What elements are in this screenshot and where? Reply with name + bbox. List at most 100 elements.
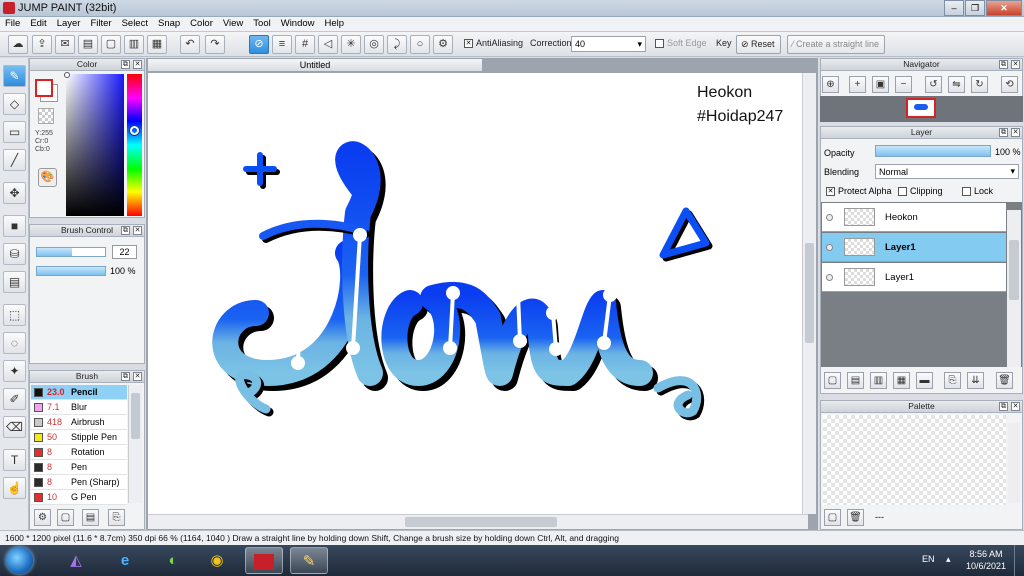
grid-snap-icon[interactable]: # [295,35,315,54]
bucket-tool-icon[interactable]: ⛁ [3,243,26,265]
undo-icon[interactable]: ↶ [180,35,200,54]
brush-item[interactable]: 8 Pen [31,460,127,475]
new-layer-icon[interactable]: ▢ [824,372,841,389]
magic-wand-tool-icon[interactable]: ✦ [3,360,26,382]
new-vector-layer-icon[interactable]: ▤ [847,372,864,389]
select-tool-icon[interactable]: ⬚ [3,304,26,326]
brush-list-scrollbar[interactable] [128,385,142,503]
reset-view-icon[interactable]: ⟲ [1001,76,1018,93]
menu-color[interactable]: Color [185,17,218,30]
radial-icon[interactable]: ✳ [341,35,361,54]
zoom-out-icon[interactable]: − [895,76,912,93]
blending-select[interactable]: Normal ▾ [875,164,1019,179]
panel-close-icon[interactable]: ✕ [1011,60,1020,69]
soft-edge-checkbox[interactable]: Soft Edge [655,38,707,49]
layer-row[interactable]: Layer1 [822,263,1006,292]
document-icon[interactable]: ▢ [101,35,121,54]
rotate-right-icon[interactable]: ↻ [971,76,988,93]
add-color-icon[interactable]: ▢ [824,509,841,526]
curve-icon[interactable]: ⤸ [387,35,407,54]
menu-file[interactable]: File [0,17,25,30]
clipping-checkbox[interactable]: Clipping [898,186,943,197]
brush-size-value[interactable]: 22 [112,245,137,259]
panel-close-icon[interactable]: ✕ [133,372,142,381]
new-tone-layer-icon[interactable]: ▦ [893,372,910,389]
menu-filter[interactable]: Filter [85,17,116,30]
circle-snap-icon[interactable]: ○ [410,35,430,54]
brush-item[interactable]: 10 G Pen [31,490,127,505]
panel-float-icon[interactable]: ⧉ [999,402,1008,411]
fill-rect-tool-icon[interactable]: ■ [3,215,26,237]
snap-off-icon[interactable]: ⊘ [249,35,269,54]
sv-handle[interactable] [64,72,70,78]
brush-tool-icon[interactable]: ✎ [3,65,26,87]
brush-settings-icon[interactable]: ⚙ [34,509,51,526]
layer-list-scrollbar[interactable] [1007,210,1021,367]
new-folder-icon[interactable]: ▬ [916,372,933,389]
brush-opacity-slider[interactable] [36,266,106,276]
operation-tool-icon[interactable]: ☝ [3,477,26,499]
correction-select[interactable]: 40 ▾ [571,36,646,52]
page-icon[interactable]: ▥ [124,35,144,54]
menu-layer[interactable]: Layer [52,17,86,30]
menu-help[interactable]: Help [320,17,350,30]
layer-visibility-icon[interactable] [826,244,833,251]
panel-float-icon[interactable]: ⧉ [121,60,130,69]
parallel-lines-icon[interactable]: ≡ [272,35,292,54]
navigator-thumbnail[interactable] [906,98,936,118]
text-tool-icon[interactable]: T [3,449,26,471]
hue-slider[interactable] [127,74,142,216]
move-tool-icon[interactable]: ✥ [3,182,26,204]
redo-icon[interactable]: ↷ [205,35,225,54]
panel-close-icon[interactable]: ✕ [133,226,142,235]
foreground-color-swatch[interactable] [35,79,53,97]
rotate-left-icon[interactable]: ↺ [925,76,942,93]
copy-brush-icon[interactable]: ⎘ [108,509,125,526]
reset-button[interactable]: ⊘ Reset [736,35,781,54]
layer-row[interactable]: Layer1 [822,233,1006,262]
brush-item[interactable]: 8 Pen (Sharp) [31,475,127,490]
menu-window[interactable]: Window [276,17,320,30]
protect-alpha-checkbox[interactable]: ✕ Protect Alpha [826,186,892,197]
brush-scroll-thumb[interactable] [131,393,140,439]
transparent-color-icon[interactable] [38,108,54,124]
panel-float-icon[interactable]: ⧉ [121,226,130,235]
zoom-fit-icon[interactable]: ⊕ [822,76,839,93]
snap-settings-icon[interactable]: ⚙ [433,35,453,54]
comment-icon[interactable]: ✉ [55,35,75,54]
layer-opacity-slider[interactable] [875,145,991,157]
create-straight-line-button[interactable]: ⁄ Create a straight line [787,35,886,54]
panel-float-icon[interactable]: ⧉ [999,128,1008,137]
layer-visibility-icon[interactable] [826,214,833,221]
share-icon[interactable]: ⇪ [32,35,52,54]
select-pen-tool-icon[interactable]: ✐ [3,388,26,410]
layer-scroll-thumb[interactable] [1009,240,1019,300]
menu-snap[interactable]: Snap [153,17,185,30]
select-eraser-tool-icon[interactable]: ⌫ [3,416,26,438]
brush-item[interactable]: 50 Stipple Pen [31,430,127,445]
line-tool-icon[interactable]: ╱ [3,149,26,171]
canvas-vertical-scrollbar[interactable] [802,73,816,514]
menu-tool[interactable]: Tool [248,17,275,30]
zoom-in-icon[interactable]: + [849,76,866,93]
show-desktop-button[interactable] [1014,545,1024,576]
hscroll-thumb[interactable] [405,517,557,527]
panel-close-icon[interactable]: ✕ [133,60,142,69]
duplicate-layer-icon[interactable]: ⎘ [944,372,961,389]
menu-edit[interactable]: Edit [25,17,51,30]
layer-row[interactable]: Heokon [822,203,1006,232]
concentric-icon[interactable]: ◎ [364,35,384,54]
palette-scrollbar[interactable] [1008,423,1020,503]
drawing-canvas[interactable]: Heokon #Hoidap247 [148,73,802,514]
brush-item[interactable]: 8Rotation Symi [31,445,127,471]
document-tab[interactable]: Untitled [147,58,483,72]
brush-item[interactable]: 23.0 Pencil [31,385,127,400]
gradient-tool-icon[interactable]: ▤ [3,271,26,293]
brush-size-slider[interactable] [36,247,106,257]
delete-layer-icon[interactable]: 🗑 [996,372,1013,389]
new-brush-icon[interactable]: ▢ [57,509,74,526]
message-icon[interactable]: ▤ [78,35,98,54]
brush-menu-icon[interactable]: ▤ [82,509,99,526]
brush-item[interactable]: 7.1 Blur [31,400,127,415]
panel-float-icon[interactable]: ⧉ [121,372,130,381]
